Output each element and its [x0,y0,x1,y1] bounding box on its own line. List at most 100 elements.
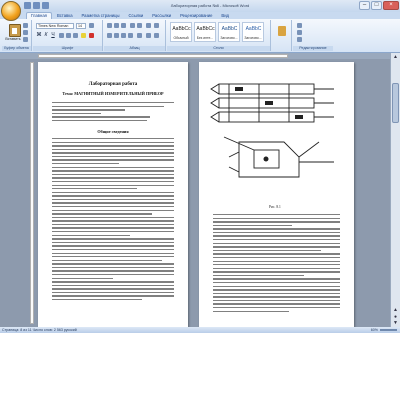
maximize-button[interactable]: □ [371,1,382,10]
vertical-ruler[interactable] [30,62,34,324]
decrease-indent-icon[interactable] [130,23,135,28]
paragraph-group-label: Абзац [104,46,165,51]
section-title: Общие сведения [97,129,129,134]
cut-icon[interactable] [23,23,28,28]
tab-page-layout[interactable]: Разметка страницы [78,12,124,19]
page-heading: Лабораторная работа [88,82,138,87]
copy-icon[interactable] [23,30,28,35]
scrollbar-thumb[interactable] [392,83,399,123]
superscript-icon[interactable] [73,33,78,38]
office-button[interactable] [1,1,21,21]
subscript-icon[interactable] [66,33,71,38]
ribbon: Вставить Буфер обмена Times New Roman 14… [0,19,400,53]
editing-group: Редактирование [293,20,333,51]
page-subheading: Тема: МАГНИТНЫЙ ИЗМЕРИТЕЛЬНЫЙ ПРИБОР [62,91,164,96]
body-text [213,214,340,314]
font-group: Times New Roman 14 Ж К Ч Шрифт [33,20,103,51]
figure-caption: Рис. 8.1 [269,205,281,209]
paragraph-group: Абзац [104,20,166,51]
style-heading-1[interactable]: AaBbC Заголово... [218,22,240,42]
align-left-icon[interactable] [107,33,112,38]
paste-button[interactable]: Вставить [5,22,21,42]
editing-group-label: Редактирование [293,46,333,51]
page-right[interactable]: Рис. 8.1 [199,62,354,327]
tab-mailings[interactable]: Рассылки [148,12,175,19]
vertical-scrollbar[interactable]: ▲ ▲ ● ▼ [390,53,400,327]
style-name: Без инте... [196,36,214,40]
page-left[interactable]: Лабораторная работа Тема: МАГНИТНЫЙ ИЗМЕ… [38,62,188,327]
style-sample: AaBbC [245,26,262,32]
bold-button[interactable]: Ж [36,32,42,38]
change-styles-icon[interactable] [278,26,286,36]
intro-paragraph [52,102,174,123]
scroll-up-icon[interactable]: ▲ [392,54,399,60]
style-heading-2[interactable]: AaBbC Заголово... [242,22,264,42]
zoom-level[interactable]: 60% [371,327,378,333]
clipboard-group: Вставить Буфер обмена [2,20,32,51]
change-styles-group [272,20,292,51]
status-bar: Страница: 8 из 11 Число слов: 2 563 русс… [0,327,400,333]
document-area[interactable]: Лабораторная работа Тема: МАГНИТНЫЙ ИЗМЕ… [0,59,400,327]
font-color-icon[interactable] [89,33,94,38]
tab-home[interactable]: Главная [26,12,52,19]
clipboard-group-label: Буфер обмена [2,46,31,51]
style-name: Заголово... [244,36,262,40]
close-button[interactable]: × [383,1,399,10]
format-painter-icon[interactable] [23,37,28,42]
style-name: Заголово... [220,36,238,40]
increase-indent-icon[interactable] [137,23,142,28]
replace-icon[interactable] [297,30,302,35]
font-size-combo[interactable]: 14 [76,23,86,29]
window-controls: – □ × [359,1,399,11]
minimize-button[interactable]: – [359,1,370,10]
style-sample: AaBbCc [196,26,215,32]
bullets-icon[interactable] [107,23,112,28]
style-name: Обычный [173,36,189,40]
status-text: Страница: 8 из 11 Число слов: 2 563 русс… [2,328,77,332]
previous-page-icon[interactable]: ▲ [392,307,399,313]
quick-access-toolbar [24,2,49,10]
redo-icon[interactable] [42,2,49,9]
paste-label: Вставить [5,37,21,41]
style-no-spacing[interactable]: AaBbCc Без инте... [194,22,216,42]
zoom-slider[interactable] [380,329,397,331]
tab-insert[interactable]: Вставка [53,12,77,19]
style-normal[interactable]: AaBbCc Обычный [170,22,192,42]
window-title: Лабораторная работа №8 - Microsoft Word [170,3,250,8]
strikethrough-icon[interactable] [59,33,64,38]
technical-figure [210,83,334,178]
sort-icon[interactable] [146,23,151,28]
align-right-icon[interactable] [121,33,126,38]
ribbon-tabs: Главная Вставка Разметка страницы Ссылки… [0,12,400,19]
select-icon[interactable] [297,37,302,42]
justify-icon[interactable] [128,33,133,38]
shading-icon[interactable] [146,33,151,38]
numbering-icon[interactable] [114,23,119,28]
undo-icon[interactable] [33,2,40,9]
clipboard-icon [9,24,21,37]
multilevel-list-icon[interactable] [121,23,126,28]
line-spacing-icon[interactable] [137,33,142,38]
font-group-label: Шрифт [33,46,102,51]
tab-review[interactable]: Рецензирование [176,12,216,19]
italic-button[interactable]: К [43,32,49,38]
body-text [52,138,174,303]
tab-references[interactable]: Ссылки [125,12,148,19]
font-name-combo[interactable]: Times New Roman [36,23,74,29]
borders-icon[interactable] [154,33,159,38]
horizontal-ruler[interactable] [38,54,288,58]
show-formatting-icon[interactable] [154,23,159,28]
highlight-icon[interactable] [81,33,86,38]
align-center-icon[interactable] [114,33,119,38]
style-sample: AaBbCc [172,26,191,32]
underline-button[interactable]: Ч [50,32,56,38]
save-icon[interactable] [24,2,31,9]
styles-group-label: Стили [167,46,270,51]
tab-view[interactable]: Вид [217,12,233,19]
styles-group: AaBbCc Обычный AaBbCc Без инте... AaBbC … [167,20,271,51]
style-sample: AaBbC [221,26,238,32]
title-bar: Лабораторная работа №8 - Microsoft Word … [0,0,400,12]
find-icon[interactable] [297,23,302,28]
scroll-down-icon[interactable]: ▼ [392,320,399,326]
grow-font-icon[interactable] [89,23,94,28]
